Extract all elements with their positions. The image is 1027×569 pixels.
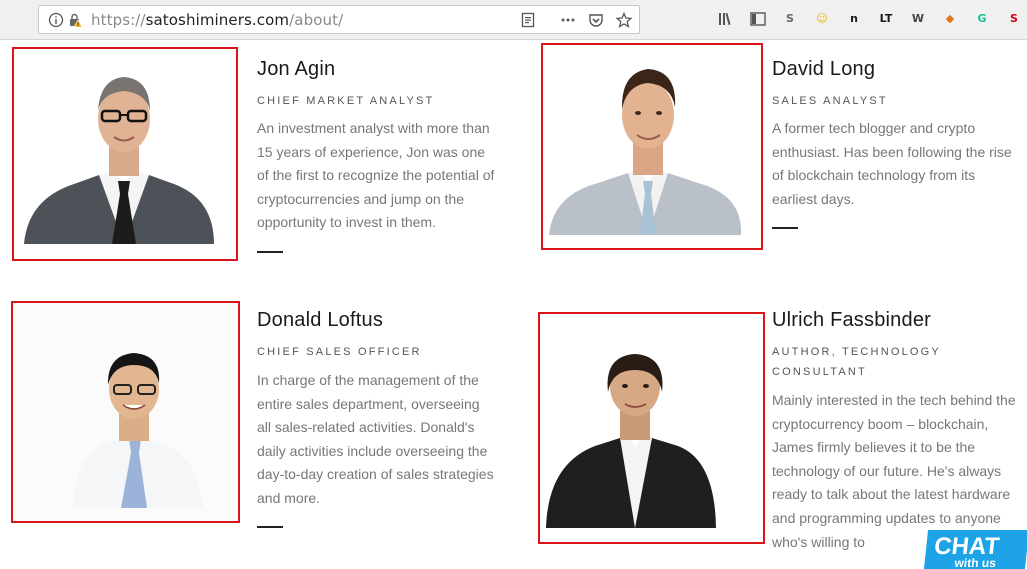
info-icon[interactable]: [48, 12, 64, 28]
chat-widget-button[interactable]: CHAT with us: [923, 530, 1027, 569]
sidebar-icon[interactable]: [749, 10, 767, 28]
extension-w-icon[interactable]: W: [909, 10, 927, 28]
team-role: Chief Sales Officer: [257, 346, 422, 358]
chat-sub-label: with us: [953, 556, 997, 569]
extension-n-icon[interactable]: n: [845, 10, 863, 28]
reader-view-icon[interactable]: [520, 12, 536, 28]
address-bar[interactable]: https://satoshiminers.com/about/: [38, 5, 640, 34]
team-photo-donald-loftus: [11, 301, 240, 523]
url-path: /about/: [289, 11, 344, 29]
extension-s-red-icon[interactable]: S: [1005, 10, 1023, 28]
extension-grammarly-icon[interactable]: G: [973, 10, 991, 28]
team-role: Sales Analyst: [772, 95, 888, 107]
extension-lt-icon[interactable]: LT: [877, 10, 895, 28]
team-name: Jon Agin: [257, 58, 336, 80]
team-photo-david-long: [541, 43, 763, 250]
team-bio: In charge of the management of the entir…: [257, 372, 494, 506]
team-name: David Long: [772, 58, 876, 80]
bookmark-star-icon[interactable]: [615, 11, 633, 28]
team-photo-jon-agin: [12, 47, 238, 261]
extension-emoji-icon[interactable]: ☺: [813, 10, 831, 28]
team-bio: An investment analyst with more than 15 …: [257, 120, 495, 231]
url-host: satoshiminers.com: [145, 11, 290, 29]
url-scheme: https://: [91, 11, 146, 29]
extension-s-icon[interactable]: S: [781, 10, 799, 28]
team-name: Ulrich Fassbinder: [772, 309, 932, 331]
divider-rule: [257, 251, 283, 253]
browser-toolbar: https://satoshiminers.com/about/ S ☺ n LT W ◆…: [0, 0, 1027, 40]
insecure-lock-icon[interactable]: [67, 12, 83, 28]
more-icon[interactable]: [560, 12, 576, 28]
team-photo-ulrich-fassbinder: [538, 312, 765, 544]
extension-fox-icon[interactable]: ◆: [941, 10, 959, 28]
divider-rule: [257, 526, 283, 528]
team-role: Author, Technology Consultant: [772, 346, 941, 378]
pocket-icon[interactable]: [588, 12, 604, 28]
url-text[interactable]: https://satoshiminers.com/about/: [91, 11, 343, 29]
divider-rule: [772, 227, 798, 229]
team-role: Chief Market Analyst: [257, 95, 435, 107]
team-name: Donald Loftus: [257, 309, 384, 331]
team-bio: A former tech blogger and crypto enthusi…: [772, 120, 1012, 207]
library-icon[interactable]: [717, 10, 735, 28]
